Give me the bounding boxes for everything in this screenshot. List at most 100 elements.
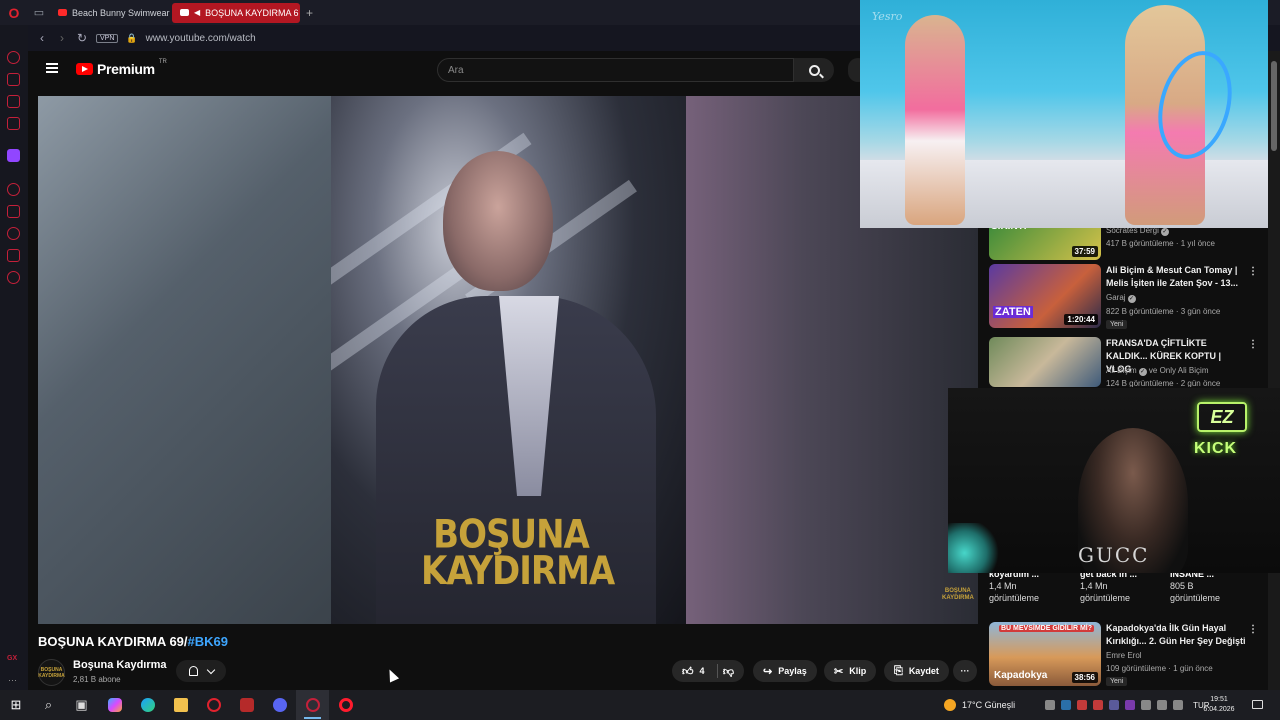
list-item[interactable]: FRANSA'DA ÇİFTLİKTE KALDIK... KÜREK KOPT… — [989, 337, 1269, 387]
search-button[interactable] — [794, 58, 834, 82]
voicemeeter-icon[interactable] — [230, 690, 263, 720]
save-button[interactable]: ⎘ Kaydet — [884, 660, 949, 682]
tab-bosuna-kaydirma[interactable]: ◀ BOŞUNA KAYDIRMA 6 — [172, 2, 300, 23]
search-icon[interactable]: ⌕ — [32, 690, 65, 720]
opera-browser-icon[interactable] — [329, 690, 362, 720]
vpn-badge[interactable]: VPN — [96, 33, 119, 43]
video-frame[interactable]: BOŞUNA KAYDIRMA — [331, 96, 686, 624]
tab-label: Beach Bunny Swimwear F — [72, 7, 172, 18]
channel-watermark-line: KAYDIRMA — [942, 595, 974, 601]
avatar[interactable]: BOŞUNA KAYDIRMA — [38, 659, 65, 686]
scrollbar-thumb[interactable] — [1271, 61, 1277, 151]
new-tab-button[interactable]: + — [300, 6, 319, 20]
settings-icon[interactable] — [7, 271, 20, 284]
opera-logo-icon[interactable]: O — [0, 0, 28, 25]
channel-watermark[interactable]: BOŞUNA KAYDIRMA — [942, 588, 974, 602]
network-icon[interactable] — [1157, 700, 1168, 710]
video-title[interactable]: Ali Biçim & Mesut Can Tomay | Melis İşit… — [1106, 264, 1246, 290]
video-thumbnail[interactable]: BU MEVSİMDE GİDİLİR Mİ? Kapadokya 38:56 — [989, 622, 1101, 686]
thumbs-down-icon[interactable]: 👎︎ — [723, 665, 734, 678]
save-icon: ⎘ — [894, 664, 903, 677]
share-button[interactable]: ↪ Paylaş — [753, 660, 817, 682]
lock-icon[interactable]: 🔒 — [126, 33, 137, 44]
short-item[interactable]: get back in ... 1,4 Mn görüntüleme — [1080, 568, 1137, 604]
tray-app-icon[interactable] — [1093, 700, 1104, 710]
start-button[interactable]: ⊞ — [0, 690, 32, 720]
clip-label: Klip — [849, 666, 867, 676]
save-label: Kaydet — [908, 666, 939, 676]
more-actions-button[interactable]: ··· — [953, 660, 977, 682]
weather-label[interactable]: 17°C Güneşli — [962, 700, 1015, 710]
more-icon[interactable]: ··· — [8, 675, 17, 685]
forward-icon[interactable]: › — [56, 31, 68, 45]
youtube-logo[interactable]: Premium TR — [76, 59, 167, 77]
like-count[interactable]: 4 — [700, 666, 705, 676]
video-meta: 417 B görüntüleme · 1 yıl önce — [1106, 239, 1215, 248]
system-tray: 17°C Güneşli TUR — [944, 690, 1210, 720]
extensions-icon[interactable] — [7, 249, 20, 262]
history-icon[interactable] — [7, 227, 20, 240]
mail-icon[interactable] — [7, 117, 20, 130]
messenger-icon[interactable] — [7, 95, 20, 108]
weather-sun-icon[interactable] — [944, 699, 956, 711]
video-thumbnail[interactable]: ZATEN 1:20:44 — [989, 264, 1101, 328]
short-views-label: görüntüleme — [1080, 593, 1131, 603]
more-vert-icon[interactable]: ⋮ — [1248, 339, 1258, 350]
channel-name[interactable]: Boşuna Kaydırma — [73, 659, 167, 671]
short-item[interactable]: İNSANE ... 805 B görüntüleme — [1170, 568, 1220, 604]
short-views: 805 B — [1170, 581, 1194, 591]
channel-name[interactable]: Garaj ✓ — [1106, 293, 1136, 303]
tab-beach-bunny[interactable]: Beach Bunny Swimwear F — [50, 3, 172, 23]
menu-icon[interactable] — [46, 63, 58, 73]
page-scrollbar[interactable] — [1268, 51, 1280, 690]
opera-gx-taskbar-icon[interactable] — [197, 690, 230, 720]
list-item[interactable]: ZATEN 1:20:44 Ali Biçim & Mesut Can Toma… — [989, 264, 1269, 330]
back-icon[interactable]: ‹ — [36, 31, 48, 45]
reload-icon[interactable]: ↻ — [76, 31, 88, 45]
url-field[interactable]: www.youtube.com/watch — [146, 33, 256, 44]
shopping-icon[interactable] — [7, 73, 20, 86]
more-vert-icon[interactable]: ⋮ — [1248, 624, 1258, 635]
search-input[interactable]: Ara — [437, 58, 794, 82]
file-explorer-icon[interactable] — [164, 690, 197, 720]
tray-app-icon[interactable] — [1045, 700, 1056, 710]
copilot-icon[interactable] — [98, 690, 131, 720]
channel-extra: ve Only Ali Biçim — [1148, 366, 1209, 375]
channel-name[interactable]: Ali Biçim ✓ ve Only Ali Biçim — [1106, 366, 1208, 376]
bookmark-icon[interactable] — [7, 205, 20, 218]
aria-icon[interactable] — [7, 51, 20, 64]
video-thumbnail[interactable] — [989, 337, 1101, 387]
player-icon[interactable] — [7, 183, 20, 196]
thumbs-up-icon[interactable]: 👍︎ — [682, 665, 694, 678]
video-player[interactable]: BOŞUNA KAYDIRMA BOŞUNA KAYDIRMA — [38, 96, 978, 624]
more-vert-icon[interactable]: ⋮ — [1248, 266, 1258, 277]
video-title[interactable]: Kapadokya'da İlk Gün Hayal Kırıklığı... … — [1106, 622, 1246, 648]
twitch-icon[interactable] — [7, 149, 20, 162]
taskbar-clock[interactable]: 19:51 6.04.2026 — [1196, 695, 1242, 715]
tray-app-icon[interactable] — [1125, 700, 1136, 710]
opera-taskbar-icon[interactable] — [296, 690, 329, 720]
tray-app-icon[interactable] — [1109, 700, 1120, 710]
volume-icon[interactable] — [1173, 700, 1184, 710]
short-views-label: görüntüleme — [1170, 593, 1221, 603]
channel-name[interactable]: Emre Erol — [1106, 651, 1142, 660]
verified-icon: ✓ — [1160, 228, 1169, 236]
microphone-icon[interactable] — [1141, 700, 1152, 710]
tray-app-icon[interactable] — [1077, 700, 1088, 710]
list-item[interactable]: BU MEVSİMDE GİDİLİR Mİ? Kapadokya 38:56 … — [989, 622, 1269, 686]
notification-button[interactable] — [176, 660, 226, 682]
stream-overlay-runway-video: Yesro — [860, 0, 1268, 228]
speaker-icon[interactable]: ◀ — [194, 8, 200, 17]
tab-overview-icon[interactable]: ▭ — [28, 0, 50, 25]
notification-icon[interactable] — [1252, 700, 1263, 709]
hashtag-link[interactable]: #BK69 — [188, 634, 228, 649]
discord-icon[interactable] — [263, 690, 296, 720]
clip-button[interactable]: ✂ Klip — [824, 660, 877, 682]
edge-icon[interactable] — [131, 690, 164, 720]
steam-icon[interactable] — [1061, 700, 1072, 710]
short-item[interactable]: koyardım ... 1,4 Mn görüntüleme — [989, 568, 1039, 604]
overlay-logo: Yesro — [872, 10, 903, 23]
list-item[interactable]: SIKINTI 37:59 Socrates Dergi✓ 417 B görü… — [989, 220, 1269, 262]
task-view-icon[interactable]: ▣ — [65, 690, 98, 720]
gx-logo-icon[interactable]: GX — [7, 655, 17, 662]
